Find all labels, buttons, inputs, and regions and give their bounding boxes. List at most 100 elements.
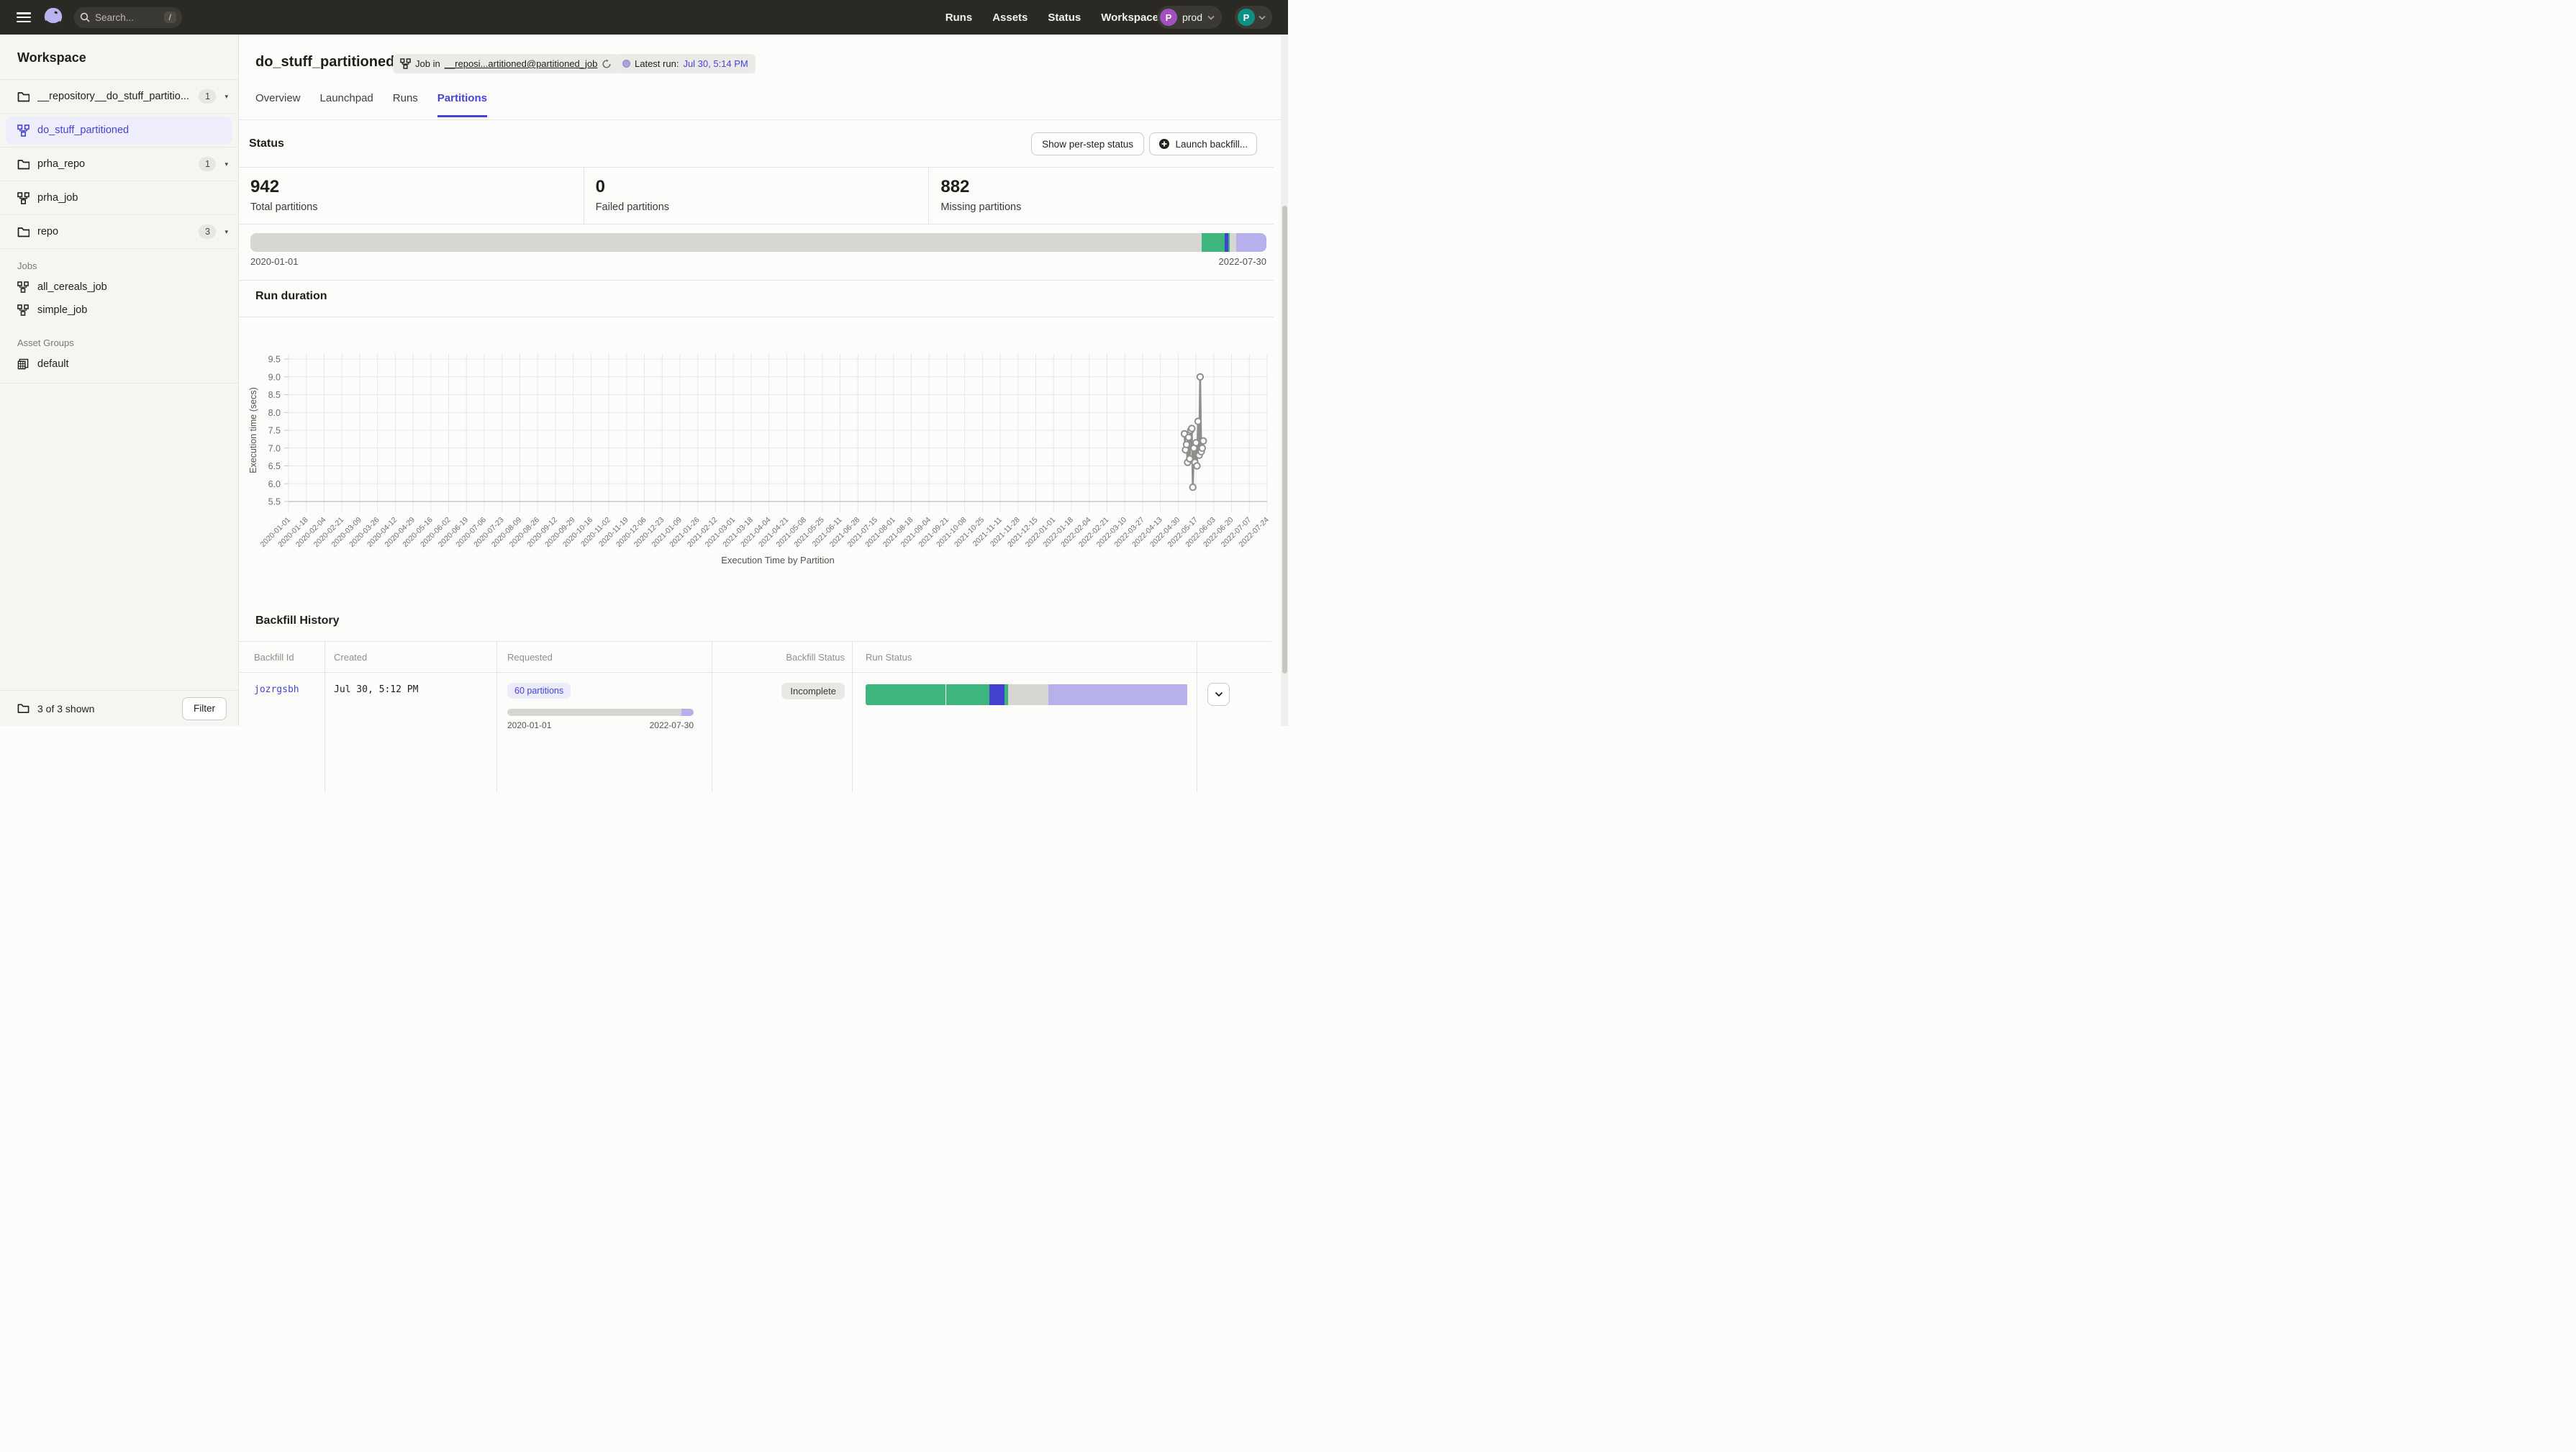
tab-runs[interactable]: Runs — [393, 92, 418, 117]
job-origin-link[interactable]: __reposi...artitioned@partitioned_job — [445, 58, 598, 69]
table-header-row: Backfill Id Created Requested Backfill S… — [239, 642, 1271, 673]
backfill-history-table: Backfill Id Created Requested Backfill S… — [239, 641, 1271, 726]
refresh-icon[interactable] — [602, 59, 612, 69]
sidebar-item-label: do_stuff_partitioned — [37, 124, 232, 136]
repo-count-badge: 1 — [199, 89, 216, 104]
asset-group-icon — [17, 358, 29, 370]
sidebar-item-repo[interactable]: repo3 ▾ — [0, 215, 238, 249]
job-icon — [400, 58, 411, 69]
bar-segment-lavender — [1236, 233, 1266, 252]
requested-partitions-badge[interactable]: 60 partitions — [507, 683, 571, 699]
bar-segment-white — [866, 684, 946, 705]
svg-text:Execution Time by Partition: Execution Time by Partition — [721, 555, 835, 566]
nav-assets[interactable]: Assets — [992, 12, 1028, 24]
page-scrollbar[interactable] — [1281, 35, 1288, 726]
sidebar-item-prha_repo[interactable]: prha_repo1 ▾ — [0, 148, 238, 181]
user-menu[interactable]: P — [1235, 6, 1272, 29]
tab-launchpad[interactable]: Launchpad — [320, 92, 373, 117]
requested-cell: 60 partitions 2020-01-01 2022-07-30 — [497, 673, 712, 792]
bar-segment-indigo — [989, 684, 1004, 705]
job-badge-prefix: Job in — [415, 58, 440, 69]
repo-count-badge: 1 — [199, 157, 216, 171]
sidebar-job-simple_job[interactable]: simple_job — [0, 299, 238, 322]
backfill-created: Jul 30, 5:12 PM — [325, 684, 418, 695]
svg-text:7.0: 7.0 — [268, 443, 281, 453]
nav-workspace[interactable]: Workspace — [1101, 12, 1158, 24]
svg-text:8.0: 8.0 — [268, 408, 281, 418]
bar-segment-green — [1202, 233, 1225, 252]
caret-down-icon[interactable]: ▾ — [225, 160, 228, 168]
latest-run-label: Latest run: — [635, 58, 679, 69]
job-icon — [17, 124, 30, 137]
search-shortcut-key: / — [164, 12, 176, 23]
repo-list: __repository__do_stuff_partitio...1▾do_s… — [0, 80, 238, 249]
bar-segment-green — [946, 684, 989, 705]
stat-missing-partitions: 882 Missing partitions — [929, 168, 1274, 224]
sidebar-asset-group-default[interactable]: default — [0, 353, 238, 376]
job-icon — [17, 192, 30, 204]
bar-segment-gray — [507, 709, 681, 716]
caret-down-icon[interactable]: ▾ — [225, 93, 228, 101]
col-run-status: Run Status — [853, 642, 1197, 672]
bar-segment-gray — [250, 233, 1202, 252]
folder-icon — [17, 158, 30, 171]
repo-count-badge: 3 — [199, 224, 216, 239]
filter-button[interactable]: Filter — [182, 697, 227, 720]
chevron-down-icon — [1258, 15, 1266, 20]
backfill-status-badge: Incomplete — [781, 683, 845, 699]
run-duration-heading: Run duration — [255, 290, 327, 303]
partition-range-start: 2020-01-01 — [250, 256, 299, 267]
sidebar-item-__repository__do_stuff_p[interactable]: __repository__do_stuff_partitio...1▾ — [0, 80, 238, 114]
col-backfill-id: Backfill Id — [239, 642, 325, 672]
nav-status[interactable]: Status — [1048, 12, 1081, 24]
job-list: all_cereals_job simple_job — [0, 276, 238, 322]
svg-text:9.5: 9.5 — [268, 355, 281, 365]
chevron-down-icon — [1215, 691, 1223, 697]
deployment-switcher[interactable]: P prod — [1157, 6, 1222, 29]
backfill-id-link[interactable]: jozrgsbh — [239, 684, 299, 695]
requested-range: 2020-01-01 2022-07-30 — [507, 720, 694, 730]
bar-segment-white — [1107, 684, 1188, 705]
run-status-dot — [622, 60, 630, 68]
latest-run-link[interactable]: Jul 30, 5:14 PM — [683, 58, 748, 69]
bar-segment-gray — [1008, 684, 1049, 705]
workspace-sidebar: Workspace __repository__do_stuff_partiti… — [0, 35, 239, 726]
partition-range: 2020-01-01 2022-07-30 — [250, 256, 1266, 267]
asset-group-list: default — [0, 353, 238, 376]
user-avatar: P — [1238, 9, 1255, 26]
folder-icon — [17, 91, 30, 103]
launch-backfill-button[interactable]: Launch backfill... — [1149, 132, 1257, 155]
job-icon — [17, 281, 29, 293]
run-status-bar[interactable] — [866, 684, 1189, 705]
caret-down-icon[interactable]: ▾ — [225, 228, 228, 236]
partition-range-end: 2022-07-30 — [1219, 256, 1267, 267]
stat-failed-partitions: 0 Failed partitions — [584, 168, 930, 224]
asset-group-label: default — [37, 358, 69, 370]
partition-status-bar[interactable] — [250, 233, 1266, 252]
job-label: all_cereals_job — [37, 281, 107, 293]
search-input[interactable]: Search... / — [74, 7, 182, 28]
expand-row-button[interactable] — [1207, 683, 1230, 706]
svg-text:7.5: 7.5 — [268, 426, 281, 436]
svg-text:5.5: 5.5 — [268, 497, 281, 507]
sidebar-job-all_cereals_job[interactable]: all_cereals_job — [0, 276, 238, 299]
requested-progress-bar — [507, 709, 694, 716]
sidebar-item-prha_job[interactable]: prha_job — [0, 181, 238, 215]
page-title: do_stuff_partitioned — [255, 54, 394, 71]
sidebar-item-label: prha_repo — [37, 158, 199, 170]
dagster-logo-icon[interactable] — [42, 6, 64, 28]
menu-icon[interactable] — [17, 12, 31, 22]
svg-text:9.0: 9.0 — [268, 372, 281, 382]
show-per-step-status-button[interactable]: Show per-step status — [1031, 132, 1144, 155]
sidebar-item-do_stuff_partitioned[interactable]: do_stuff_partitioned — [0, 114, 238, 148]
asset-groups-section-label: Asset Groups — [0, 322, 238, 353]
nav-runs[interactable]: Runs — [945, 12, 973, 24]
sidebar-item-label: repo — [37, 226, 199, 237]
job-label: simple_job — [37, 304, 87, 316]
col-created: Created — [325, 642, 497, 672]
tab-partitions[interactable]: Partitions — [437, 92, 487, 117]
scrollbar-thumb[interactable] — [1282, 206, 1287, 673]
run-duration-chart: 9.59.08.58.07.57.06.56.05.52020-01-01202… — [239, 349, 1281, 573]
folder-icon — [17, 226, 30, 238]
tab-overview[interactable]: Overview — [255, 92, 301, 117]
